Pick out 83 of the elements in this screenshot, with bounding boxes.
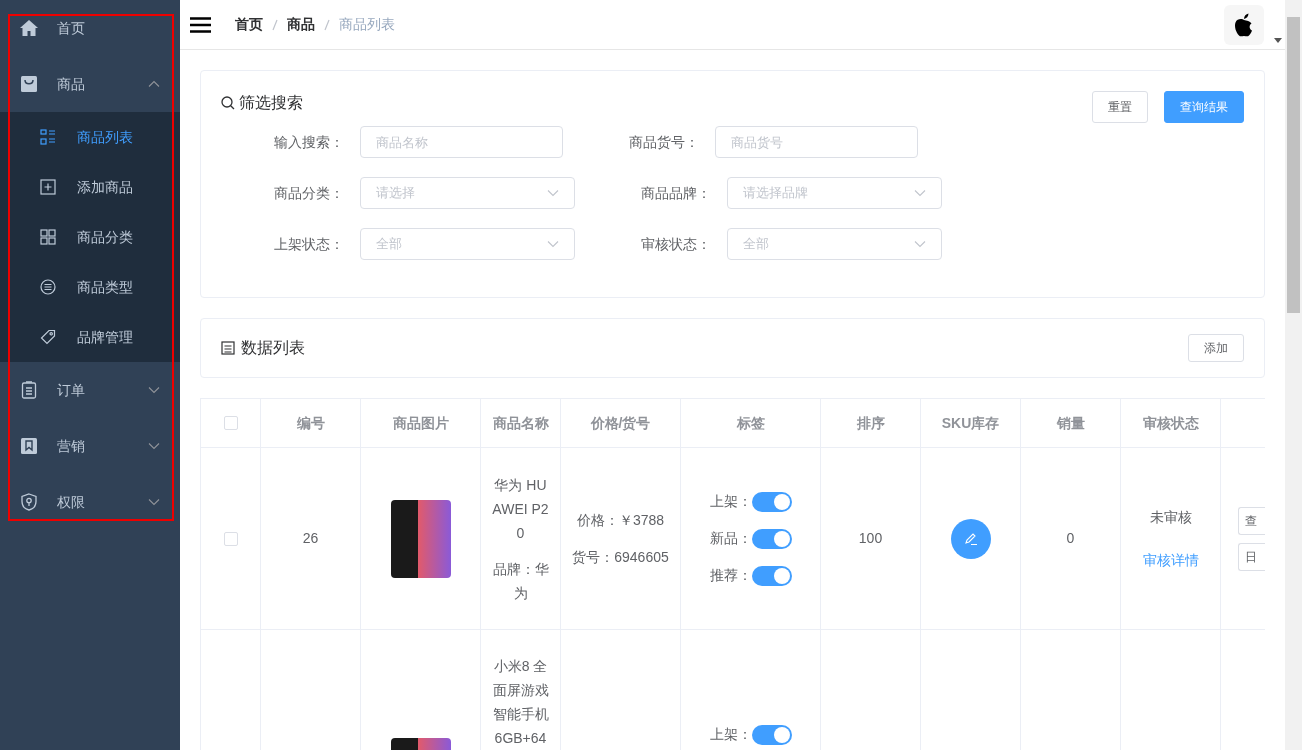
home-icon: [20, 19, 38, 37]
chevron-down-icon: [148, 440, 160, 452]
shield-icon: [20, 493, 38, 511]
menu-item[interactable]: 营销: [0, 418, 180, 474]
chevron-down-icon: [547, 238, 559, 250]
add-button[interactable]: 添加: [1188, 334, 1244, 362]
slash-separator-icon: [272, 18, 278, 31]
panel-title: 筛选搜索: [239, 93, 303, 113]
chevron-down-icon: [148, 496, 160, 508]
field-label: 商品分类：: [273, 183, 344, 203]
toggle-switch[interactable]: [751, 528, 792, 549]
column-header: 价格/货号: [561, 399, 681, 447]
input-field[interactable]: 商品货号: [715, 126, 918, 158]
column-header: 排序: [821, 399, 921, 447]
bag-icon: [20, 75, 38, 93]
clipboard-icon: [20, 381, 38, 399]
status-text: 未审核: [1149, 507, 1192, 527]
chevron-down-icon: [547, 187, 559, 199]
list-circle-icon: [40, 279, 56, 295]
tag-label: 推荐：: [709, 566, 752, 585]
tag-label: 新品：: [709, 529, 752, 548]
field-label: 输入搜索：: [273, 132, 344, 152]
column-header: 标签: [681, 399, 821, 447]
menu-item[interactable]: 首页: [0, 0, 180, 56]
avatar-image[interactable]: [1224, 4, 1264, 45]
input-field[interactable]: 商品名称: [360, 126, 563, 158]
chevron-down-icon: [914, 238, 926, 250]
row-checkbox[interactable]: [223, 531, 238, 546]
chevron-down-icon: [148, 384, 160, 396]
product-name: 华为 HUAWEI P20: [491, 475, 550, 543]
sku-text: 货号：6946605: [572, 547, 669, 567]
submenu-item[interactable]: 商品列表: [0, 112, 180, 162]
submenu-item[interactable]: 添加商品: [0, 162, 180, 212]
table-cell-text: 0: [1066, 529, 1075, 548]
submenu-item[interactable]: 品牌管理: [0, 312, 180, 362]
menu-item[interactable]: 订单: [0, 362, 180, 418]
action-button[interactable]: 查: [1238, 506, 1265, 535]
slash-separator-icon: [324, 18, 330, 31]
column-header: 编号: [261, 399, 361, 447]
breadcrumb-link[interactable]: 商品: [287, 14, 315, 35]
bookmark-icon: [20, 437, 38, 455]
plus-square-icon: [40, 179, 56, 195]
column-header: 商品名称: [481, 399, 561, 447]
pencil-icon: [963, 531, 978, 546]
scrollbar[interactable]: [1285, 0, 1302, 750]
toggle-switch[interactable]: [751, 491, 792, 512]
menu-icon[interactable]: [190, 16, 211, 33]
list-icon: [221, 341, 235, 355]
field-label: 上架状态：: [273, 234, 344, 254]
price-text: 价格：￥3788: [576, 510, 665, 530]
field-label: 商品货号：: [628, 132, 699, 152]
list-icon: [40, 129, 56, 145]
column-header: 商品图片: [361, 399, 481, 447]
table-cell-text: 26: [302, 529, 319, 548]
breadcrumb-current: 商品列表: [339, 15, 395, 34]
tag-label: 上架：: [709, 492, 752, 511]
breadcrumb-link[interactable]: 首页: [235, 14, 263, 35]
submenu-item[interactable]: 商品类型: [0, 262, 180, 312]
column-header: 销量: [1021, 399, 1121, 447]
product-name: 小米8 全面屏游戏智能手机6GB+64: [491, 657, 550, 748]
submenu-item[interactable]: 商品分类: [0, 212, 180, 262]
toggle-switch[interactable]: [751, 565, 792, 586]
edit-button[interactable]: [950, 518, 991, 559]
reset-button[interactable]: 重置: [1092, 91, 1148, 123]
table-cell-text: 100: [858, 529, 883, 548]
column-header: 审核状态: [1121, 399, 1221, 447]
column-header: SKU库存: [921, 399, 1021, 447]
chevron-up-icon: [148, 78, 160, 90]
menu-item[interactable]: 权限: [0, 474, 180, 530]
search-icon: [221, 96, 235, 110]
caret-icon[interactable]: [1274, 37, 1282, 43]
toggle-switch[interactable]: [751, 724, 792, 745]
grid-icon: [40, 229, 56, 245]
action-button[interactable]: 日: [1238, 542, 1265, 571]
select-all-checkbox[interactable]: [223, 416, 238, 430]
panel-title: 数据列表: [241, 338, 305, 358]
tag-label: 上架：: [709, 725, 752, 744]
tag-icon: [40, 329, 56, 345]
product-brand: 品牌：华为: [491, 559, 550, 603]
field-label: 审核状态：: [640, 234, 711, 254]
field-label: 商品品牌：: [640, 183, 711, 203]
menu-item[interactable]: 商品: [0, 56, 180, 112]
chevron-down-icon: [914, 187, 926, 199]
